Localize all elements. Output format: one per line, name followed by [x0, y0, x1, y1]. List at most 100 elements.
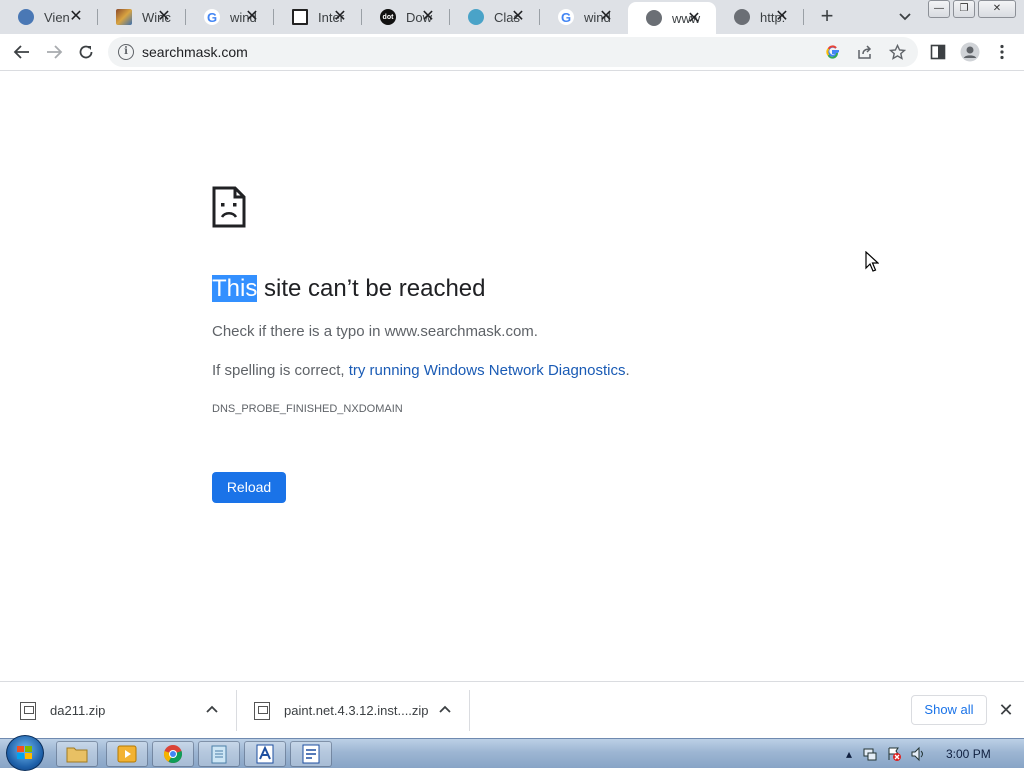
chrome-icon — [163, 745, 183, 764]
typo-suggestion: Check if there is a typo in www.searchma… — [212, 323, 538, 340]
taskbar-chrome[interactable] — [152, 741, 194, 767]
download-filename: paint.net.4.3.12.inst....zip — [284, 703, 429, 718]
browser-tab[interactable]: Inter ✕ — [274, 0, 362, 34]
volume-icon[interactable] — [910, 746, 926, 762]
tab-close-icon[interactable]: ✕ — [332, 9, 348, 25]
globe-gray-icon — [646, 10, 662, 26]
close-shelf-icon[interactable]: ✕ — [997, 701, 1015, 719]
taskbar-media-player[interactable] — [106, 741, 148, 767]
new-tab-button[interactable]: + — [816, 5, 838, 27]
action-center-warning-icon[interactable] — [886, 746, 902, 762]
browser-toolbar: i searchmask.com — [0, 34, 1024, 71]
download-separator — [236, 690, 237, 731]
google-icon: G — [558, 9, 574, 25]
refresh-button[interactable] — [74, 40, 98, 64]
mouse-cursor-icon — [865, 251, 879, 272]
error-code: DNS_PROBE_FINISHED_NXDOMAIN — [212, 403, 403, 415]
address-url[interactable]: searchmask.com — [142, 44, 248, 60]
bookmark-star-icon[interactable] — [888, 43, 906, 61]
reload-button[interactable]: Reload — [212, 472, 286, 503]
tab-strip: Vien ✕ Winc ✕ Gwind ✕ Inter ✕ dot Dow ✕ Clas ✕ Gwind ✕… — [0, 0, 1024, 34]
editor-icon — [302, 744, 320, 764]
winrar-icon — [116, 9, 132, 25]
spelling-suffix: . — [625, 362, 630, 379]
tab-close-icon[interactable]: ✕ — [68, 9, 84, 25]
windows-logo-icon — [17, 746, 32, 759]
side-panel-icon — [930, 44, 946, 60]
chevron-up-icon[interactable] — [205, 702, 219, 716]
site-info-icon[interactable]: i — [118, 44, 134, 60]
download-filename: da211.zip — [50, 703, 106, 718]
zip-file-icon — [20, 701, 36, 720]
download-item[interactable]: da211.zip — [20, 682, 230, 739]
browser-tab[interactable]: Gwind ✕ — [540, 0, 628, 34]
network-icon[interactable] — [862, 746, 878, 762]
browser-tab[interactable]: dot Dow ✕ — [362, 0, 450, 34]
classic-shell-icon — [468, 9, 484, 25]
show-hidden-icons-icon[interactable]: ▴ — [846, 747, 852, 761]
browser-tab[interactable]: Clas ✕ — [450, 0, 540, 34]
show-all-button[interactable]: Show all — [911, 695, 987, 725]
minimize-button[interactable]: — — [928, 0, 950, 18]
download-shelf: da211.zip paint.net.4.3.12.inst....zip S… — [0, 681, 1024, 738]
back-button[interactable] — [10, 40, 34, 64]
spelling-prefix: If spelling is correct, — [212, 362, 349, 379]
profile-avatar-icon — [960, 42, 980, 62]
refresh-icon — [79, 45, 93, 59]
globe-blue-icon — [18, 9, 34, 25]
selected-text: This — [212, 275, 258, 302]
tab-close-icon[interactable]: ✕ — [774, 9, 790, 25]
sad-document-icon — [212, 186, 246, 228]
notepad-icon — [211, 745, 227, 764]
browser-tab[interactable]: www ✕ — [628, 2, 716, 34]
profile-button[interactable] — [958, 40, 982, 64]
start-button[interactable] — [6, 735, 44, 771]
taskbar-notepad[interactable] — [198, 741, 240, 767]
error-headline: This site can’t be reached — [212, 275, 485, 303]
taskbar-editor[interactable] — [290, 741, 332, 767]
chrome-menu-button[interactable] — [990, 40, 1014, 64]
browser-tab[interactable]: Winc ✕ — [98, 0, 186, 34]
forward-arrow-icon — [47, 45, 63, 59]
google-lens-icon[interactable] — [824, 43, 842, 61]
side-panel-button[interactable] — [926, 40, 950, 64]
app-icon — [256, 744, 274, 764]
tab-close-icon[interactable]: ✕ — [686, 11, 702, 27]
network-diagnostics-link[interactable]: try running Windows Network Diagnostics — [349, 362, 626, 379]
taskbar-app[interactable] — [244, 741, 286, 767]
tab-close-icon[interactable]: ✕ — [510, 9, 526, 25]
error-page: This site can’t be reached Check if ther… — [0, 72, 1024, 681]
headline-text: site can’t be reached — [257, 275, 486, 302]
zip-file-icon — [254, 701, 270, 720]
dot-icon: dot — [380, 9, 396, 25]
spelling-suggestion: If spelling is correct, try running Wind… — [212, 362, 630, 379]
tab-close-icon[interactable]: ✕ — [598, 9, 614, 25]
window-close-button[interactable]: ✕ — [978, 0, 1016, 18]
chevron-up-icon[interactable] — [438, 702, 452, 716]
restore-button[interactable]: ❐ — [953, 0, 975, 18]
tab-close-icon[interactable]: ✕ — [244, 9, 260, 25]
windows-taskbar: ▴ 3:00 PM — [0, 735, 1024, 771]
forward-button[interactable] — [42, 40, 66, 64]
taskbar-explorer[interactable] — [56, 741, 98, 767]
internet-archive-icon — [292, 9, 308, 25]
tab-close-icon[interactable]: ✕ — [156, 9, 172, 25]
share-icon[interactable] — [856, 43, 874, 61]
browser-tab[interactable]: Gwind ✕ — [186, 0, 274, 34]
download-separator — [469, 690, 470, 731]
tab-search-chevron-icon[interactable] — [896, 8, 914, 26]
media-player-icon — [117, 745, 137, 763]
tab-close-icon[interactable]: ✕ — [420, 9, 436, 25]
back-arrow-icon — [13, 45, 29, 59]
folder-icon — [66, 747, 88, 763]
kebab-menu-icon — [1000, 44, 1004, 60]
download-item[interactable]: paint.net.4.3.12.inst....zip — [254, 682, 464, 739]
tab-separator — [803, 9, 804, 25]
globe-gray-icon — [734, 9, 750, 25]
google-icon: G — [204, 9, 220, 25]
address-bar[interactable]: i searchmask.com — [108, 37, 918, 67]
system-tray: ▴ — [846, 739, 926, 769]
taskbar-clock[interactable]: 3:00 PM — [946, 747, 991, 761]
browser-tab[interactable]: Vien ✕ — [0, 0, 98, 34]
browser-tab[interactable]: http: ✕ — [716, 0, 804, 34]
